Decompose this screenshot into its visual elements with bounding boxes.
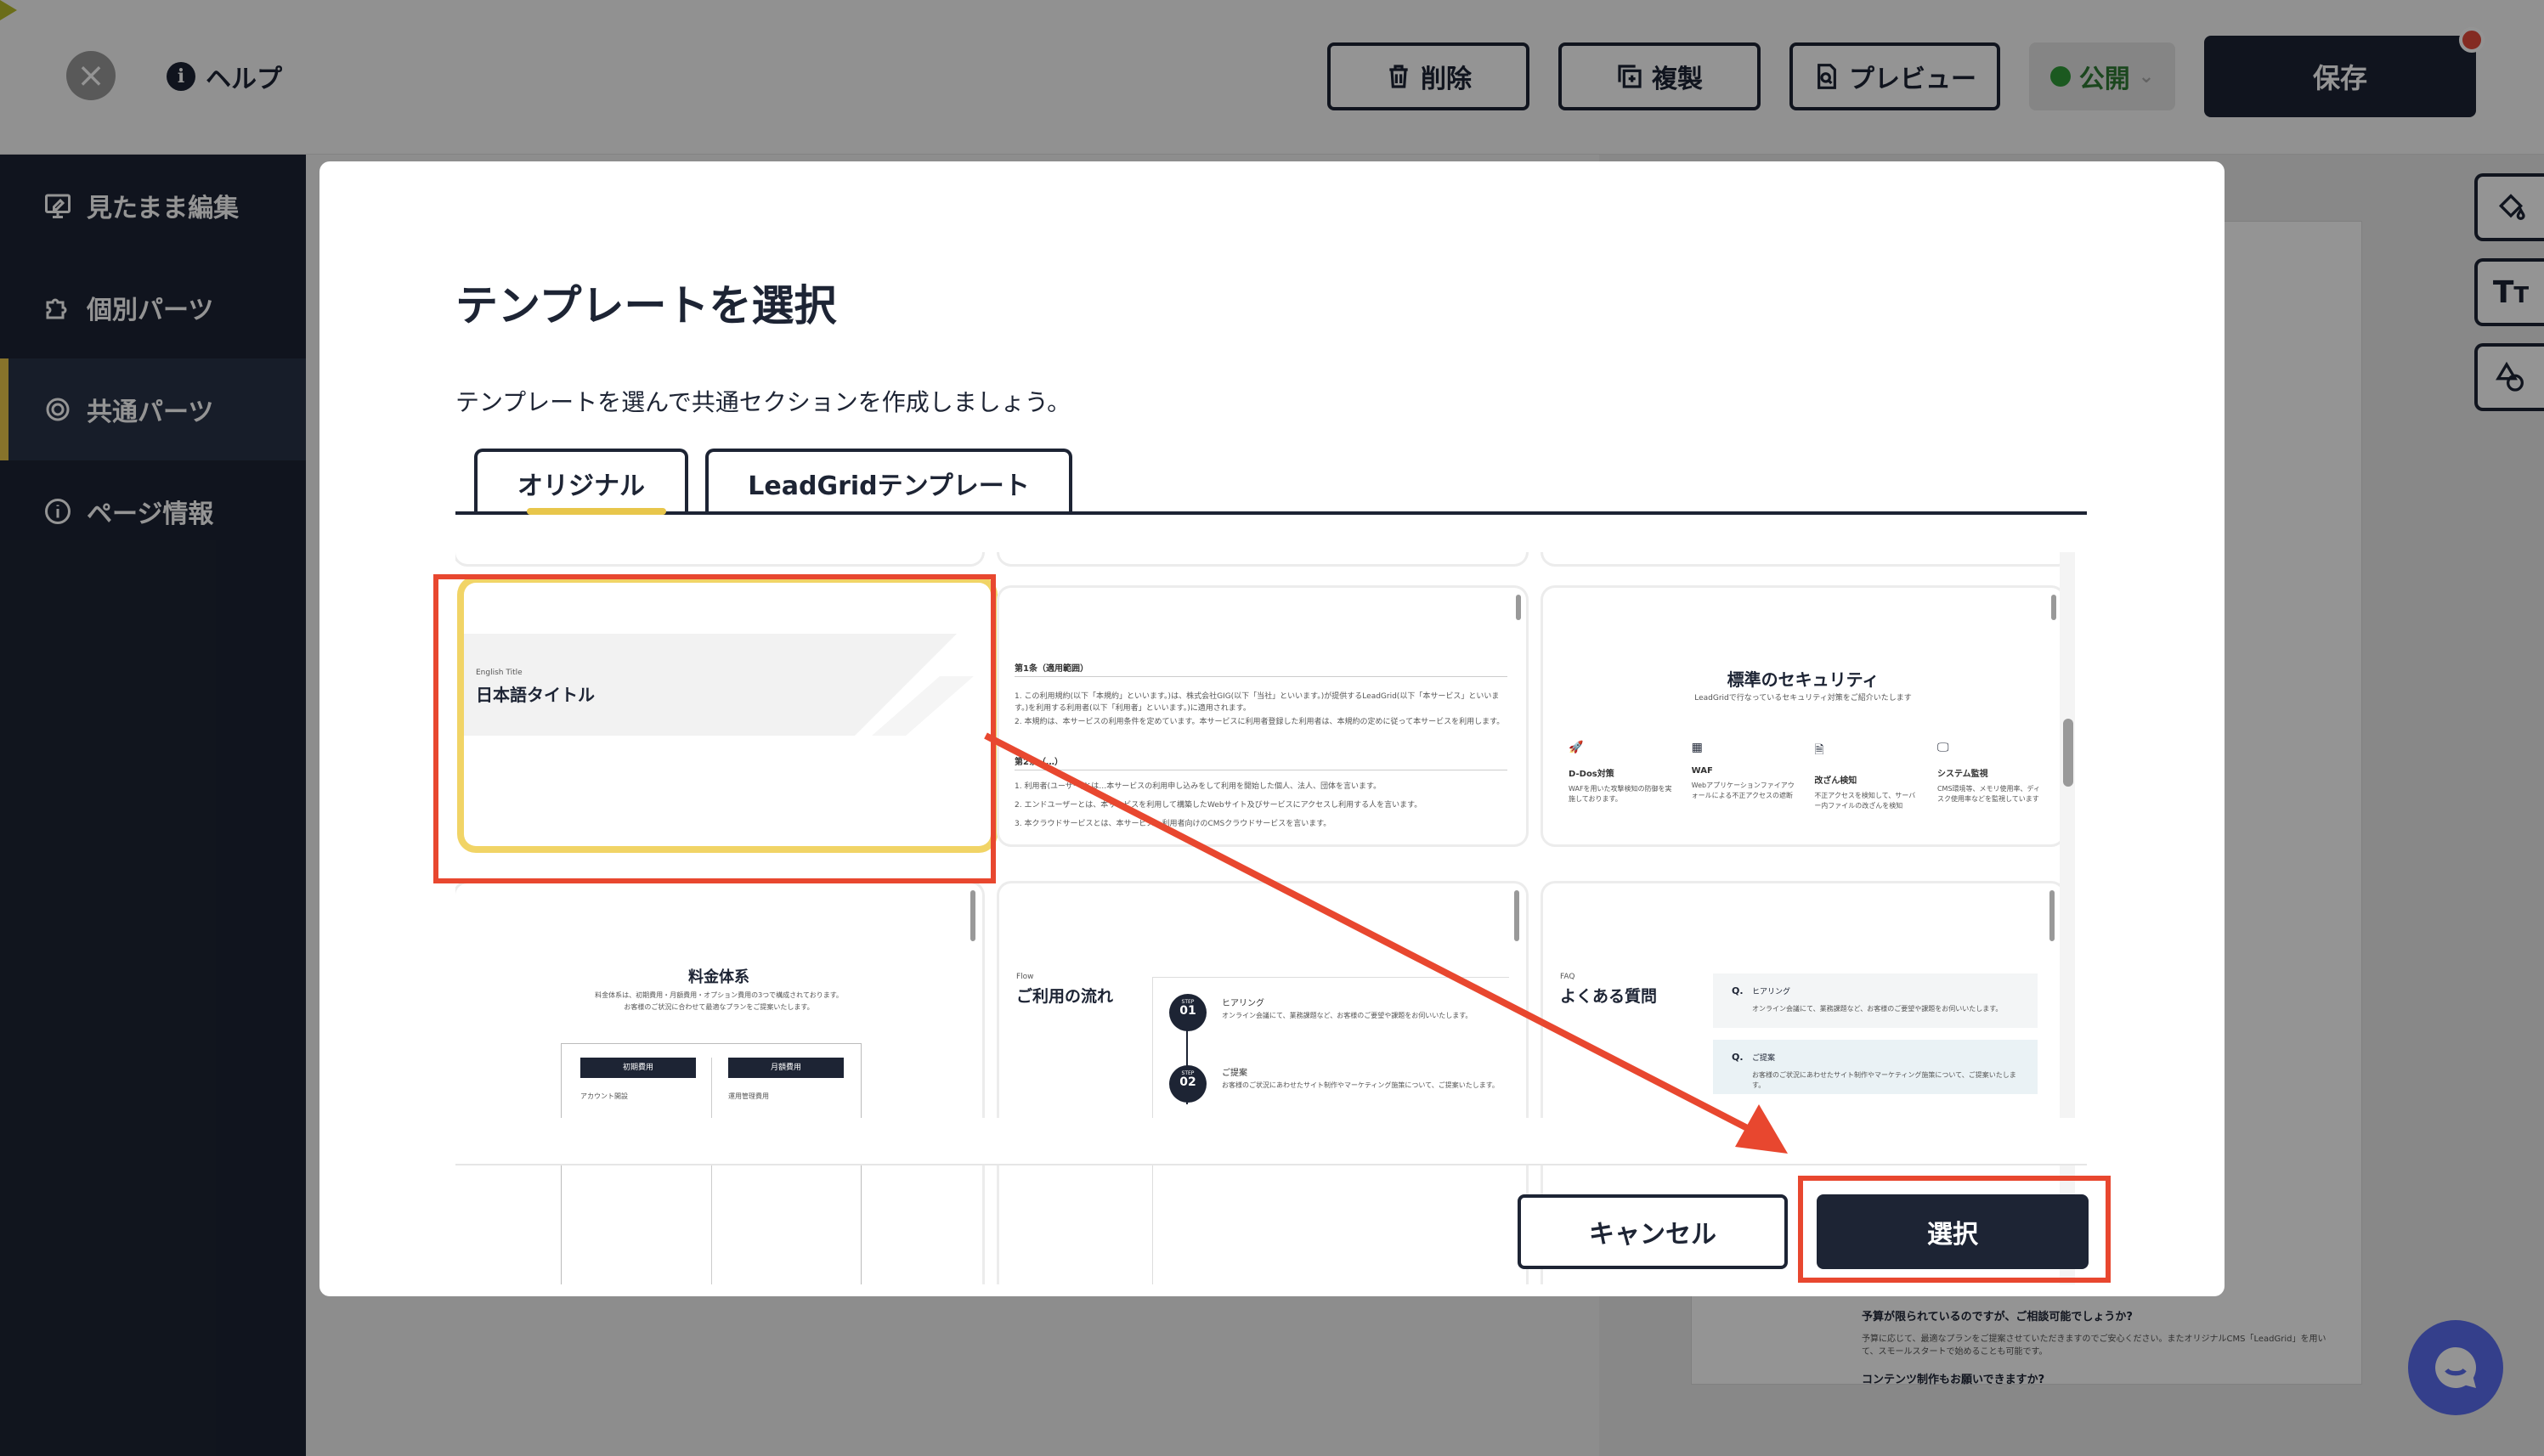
annotation-arrow [984, 732, 1788, 1154]
